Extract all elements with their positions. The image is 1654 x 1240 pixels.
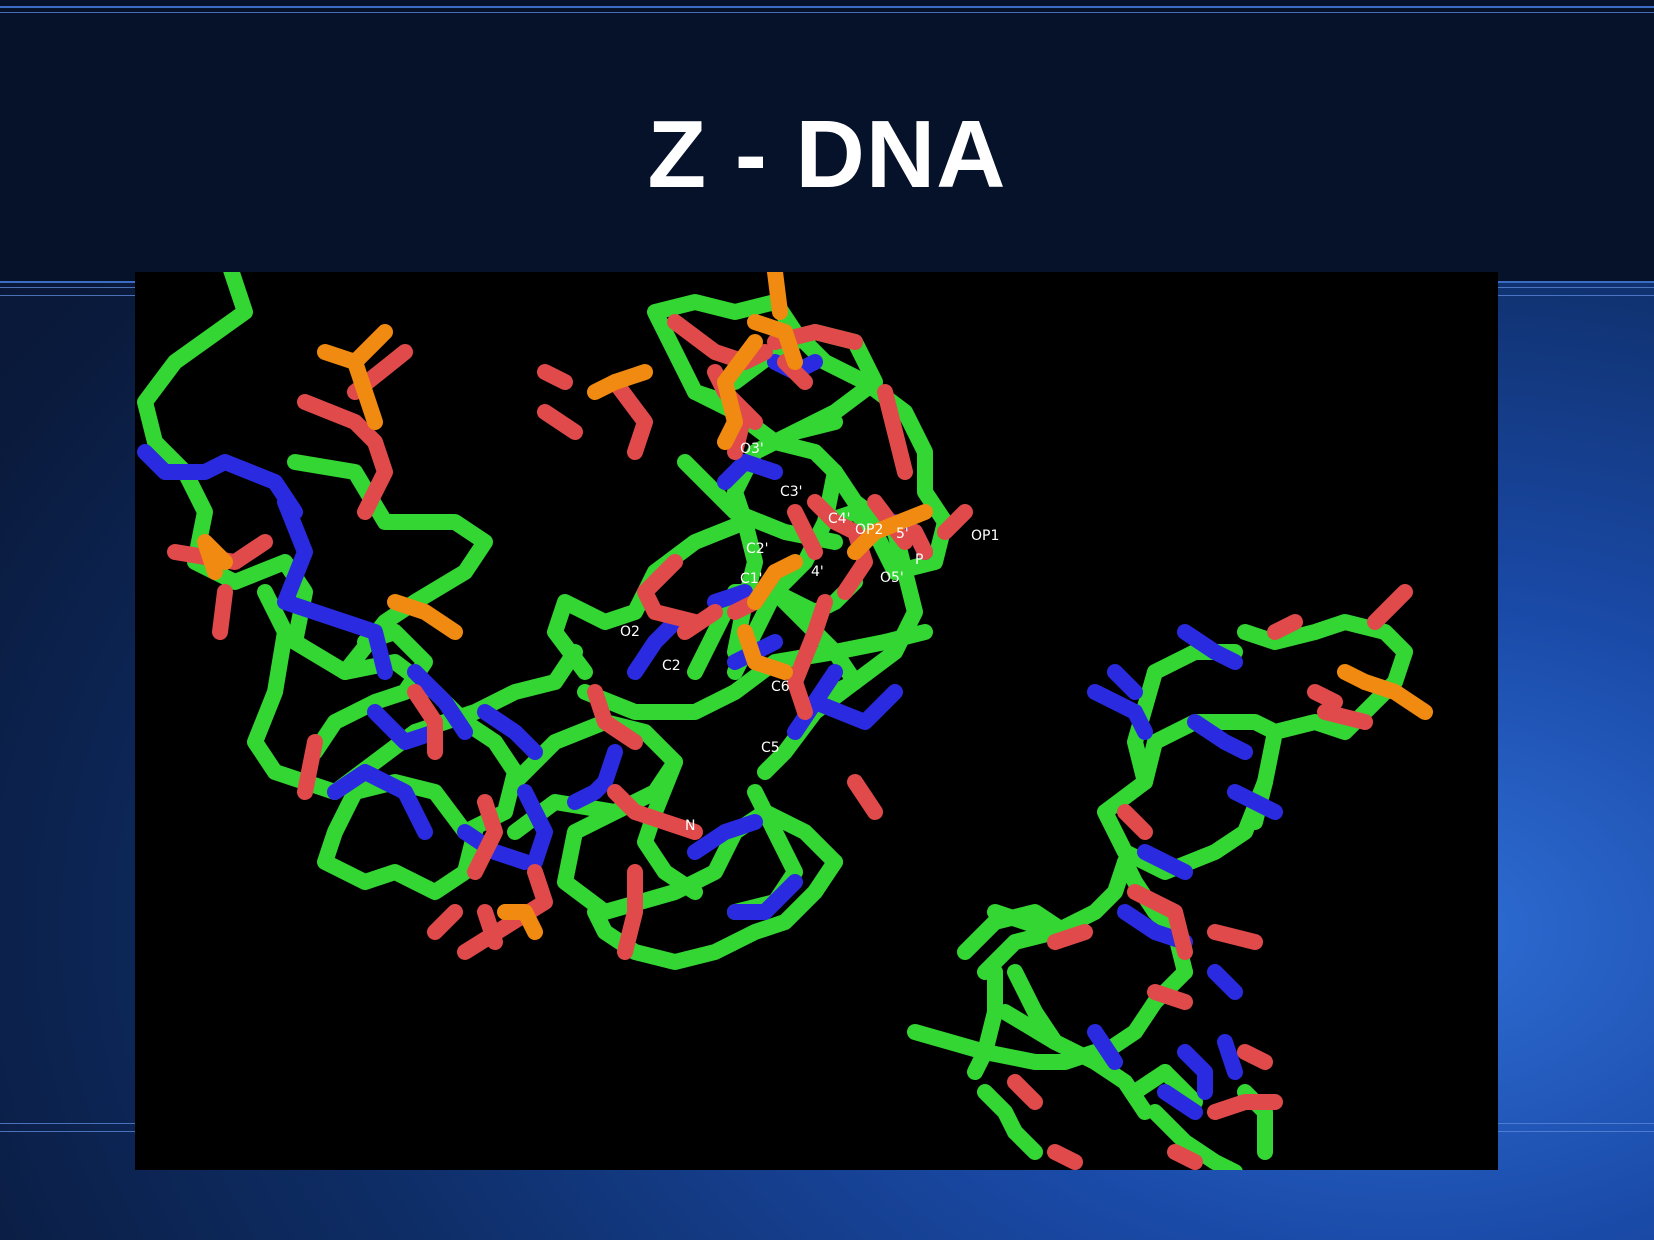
atom-label: O5': [880, 570, 904, 586]
atom-label: C2': [746, 541, 769, 557]
atom-label: P: [915, 552, 923, 568]
atom-label: O2: [620, 624, 640, 640]
top-rule-thin: [0, 12, 1654, 13]
molecular-structure-icon: O3' C3' C4' OP2 5' OP1 C2' P C1' 4' O5' …: [137, 272, 1433, 1170]
atom-label: C1': [740, 571, 763, 587]
atom-label: C2: [662, 658, 681, 674]
atom-label: OP1: [971, 528, 999, 544]
top-rule: [0, 6, 1654, 8]
slide-title: Z - DNA: [647, 101, 1007, 208]
atom-label: C4': [828, 511, 851, 527]
atom-label: N: [685, 818, 695, 834]
atom-label: C6: [771, 679, 790, 695]
atom-label: C3': [780, 484, 803, 500]
atom-label: OP2: [855, 522, 883, 538]
z-dna-molecule-image: O3' C3' C4' OP2 5' OP1 C2' P C1' 4' O5' …: [135, 272, 1498, 1170]
atom-label: 5': [896, 526, 909, 542]
atom-label: C5: [761, 740, 780, 756]
atom-label: O3': [740, 441, 764, 457]
slide: Z - DNA O3' C3' C4' OP2 5' OP1 C2' P C1'…: [0, 0, 1654, 1240]
atom-label: 4': [811, 564, 824, 580]
